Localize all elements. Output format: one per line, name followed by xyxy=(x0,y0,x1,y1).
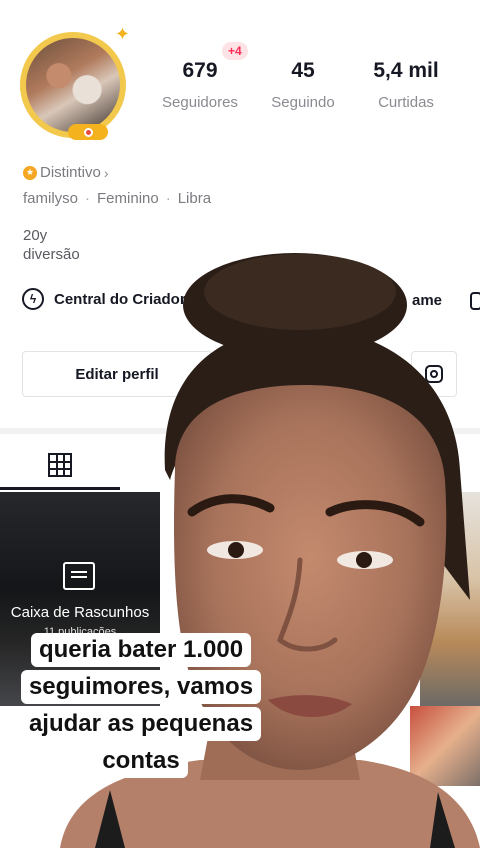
instagram-icon xyxy=(425,365,443,383)
tiktok-profile-screen: ✦ +4 679 Seguidores 45 Seguindo 5,4 mil … xyxy=(0,0,480,848)
inbox-icon xyxy=(63,562,95,590)
crown-icon: ✦ xyxy=(114,24,130,44)
avatar-photo xyxy=(26,38,120,132)
caption-line: seguimores, vamos xyxy=(20,670,262,704)
caption-line: ajudar as pequenas xyxy=(20,707,262,741)
meta-gender: Feminino xyxy=(97,190,159,207)
profile-meta: familyso · Feminino · Libra xyxy=(23,190,211,207)
followers-label: Seguidores xyxy=(162,94,238,111)
active-tab-indicator xyxy=(0,487,120,490)
meta-username: familyso xyxy=(23,190,79,207)
following-label: Seguindo xyxy=(271,94,335,111)
creator-center-link[interactable]: ϟ Central do Criador xyxy=(22,288,186,310)
badge-icon: ★ xyxy=(23,165,37,180)
profile-bio: 20y diversão xyxy=(23,226,80,264)
video-thumbnail[interactable] xyxy=(420,492,480,706)
avatar-frame-badge xyxy=(68,124,108,140)
followers-stat[interactable]: 679 Seguidores xyxy=(150,58,250,112)
followers-count: 679 xyxy=(182,59,218,82)
meta-separator: · xyxy=(165,190,171,207)
following-stat[interactable]: 45 Seguindo xyxy=(262,58,344,112)
badge-label: Distintivo xyxy=(40,164,101,181)
caption-line: queria bater 1.000 xyxy=(30,633,252,667)
edit-profile-button[interactable]: Editar perfil xyxy=(22,351,212,397)
following-count: 45 xyxy=(291,59,315,82)
game-link[interactable]: ame xyxy=(412,292,442,309)
creator-center-icon: ϟ xyxy=(22,288,44,310)
instagram-button[interactable] xyxy=(411,351,457,397)
section-divider xyxy=(0,428,480,434)
game-icon[interactable] xyxy=(470,292,480,310)
profile-avatar[interactable]: ✦ xyxy=(14,24,134,144)
creator-center-label: Central do Criador xyxy=(54,290,186,308)
caption-line: contas xyxy=(94,744,188,778)
camera-icon xyxy=(83,127,93,137)
bio-line: diversão xyxy=(23,246,80,263)
tab-videos-grid[interactable] xyxy=(0,440,120,490)
video-caption: queria bater 1.000 seguimores, vamos aju… xyxy=(6,633,276,781)
badge-link[interactable]: ★ Distintivo › xyxy=(23,164,109,181)
likes-count: 5,4 mil xyxy=(373,59,439,82)
meta-sign: Libra xyxy=(177,190,212,207)
likes-label: Curtidas xyxy=(378,94,434,111)
meta-separator: · xyxy=(85,190,91,207)
likes-stat[interactable]: 5,4 mil Curtidas xyxy=(362,58,450,112)
drafts-title: Caixa de Rascunhos xyxy=(10,604,150,621)
grid-icon xyxy=(48,453,72,477)
chevron-right-icon: › xyxy=(103,164,109,181)
bio-line: 20y xyxy=(23,227,48,244)
video-thumbnail[interactable] xyxy=(410,706,480,786)
